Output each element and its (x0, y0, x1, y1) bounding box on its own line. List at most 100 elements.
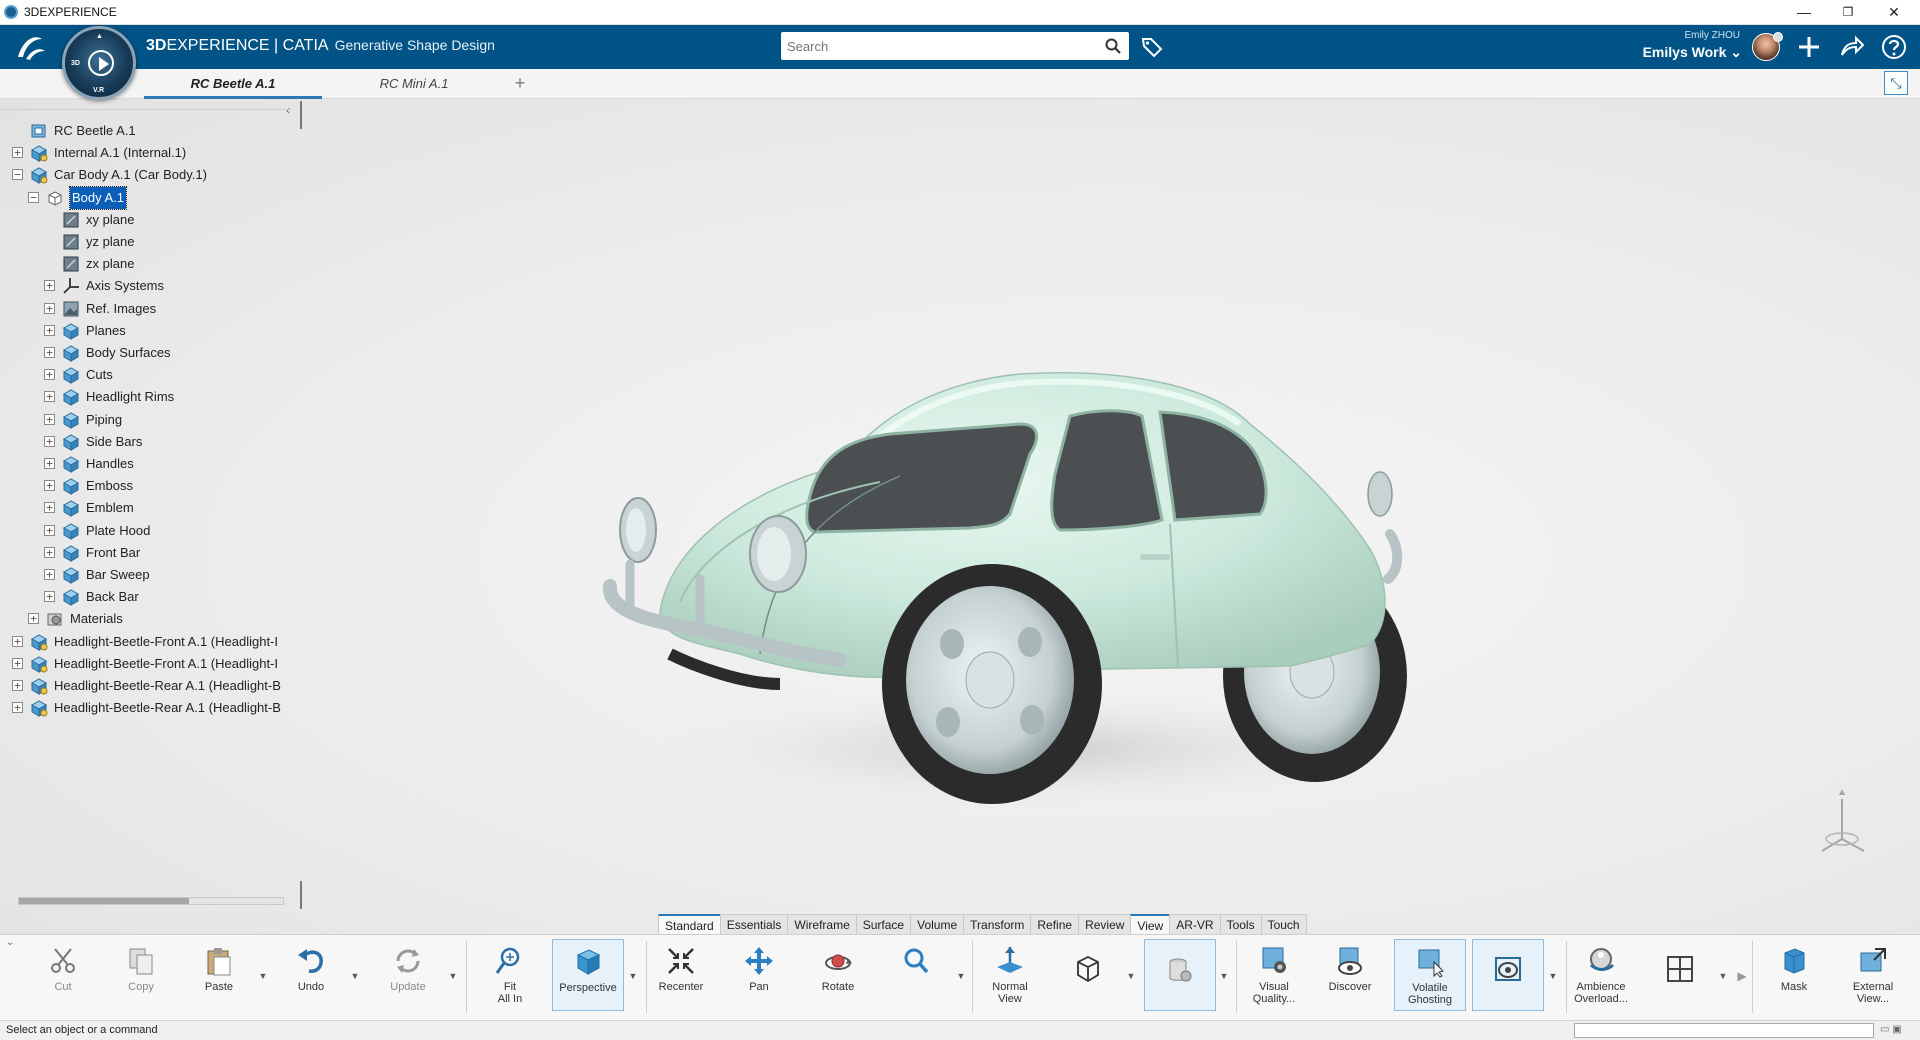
tree-node-label[interactable]: Car Body A.1 (Car Body.1) (54, 164, 207, 186)
tree-node-label[interactable]: Emblem (86, 497, 134, 519)
command-input[interactable] (1574, 1023, 1874, 1038)
tree-node-label[interactable]: zx plane (86, 253, 134, 275)
tree-node[interactable]: + Bar Sweep (0, 564, 300, 586)
layout-dropdown-arrow[interactable]: ▼ (1718, 971, 1728, 981)
close-window-button[interactable]: ✕ (1872, 0, 1916, 25)
tree-node-label[interactable]: RC Beetle A.1 (54, 120, 136, 142)
tree-node[interactable]: + Headlight-Beetle-Rear A.1 (Headlight-B (0, 675, 300, 697)
collapse-icon[interactable]: − (28, 191, 39, 203)
tree-node[interactable]: + Front Bar (0, 542, 300, 564)
workspace-selector[interactable]: Emilys Work ⌄ (1620, 44, 1742, 61)
expand-icon[interactable]: + (44, 280, 55, 292)
tab-volume[interactable]: Volume (910, 914, 965, 934)
perspective-dropdown-arrow[interactable]: ▼ (628, 971, 638, 981)
tab-rc-mini[interactable]: RC Mini A.1 (330, 69, 498, 99)
tree-node-label[interactable]: Axis Systems (86, 275, 164, 297)
expand-icon[interactable]: + (12, 147, 23, 159)
tree-node[interactable]: + Headlight-Beetle-Rear A.1 (Headlight-B (0, 697, 300, 719)
tree-node-label[interactable]: Piping (86, 409, 122, 431)
tab-surface[interactable]: Surface (855, 914, 912, 934)
perspective-button[interactable]: Perspective (552, 939, 624, 1011)
expand-icon[interactable]: + (44, 480, 55, 492)
expand-icon[interactable]: + (44, 569, 55, 580)
tree-node-label[interactable]: xy plane (86, 209, 134, 231)
tab-wireframe[interactable]: Wireframe (787, 914, 857, 934)
tree-node[interactable]: zx plane (0, 253, 300, 275)
expand-icon[interactable]: + (44, 502, 55, 514)
tree-node-label[interactable]: Ref. Images (86, 298, 156, 320)
toolbar-scroll-right[interactable]: ▶ (1737, 969, 1747, 983)
collapse-tree-button[interactable]: ‹ (286, 103, 290, 117)
tab-standard[interactable]: Standard (658, 914, 721, 934)
tree-horizontal-scrollbar[interactable] (18, 897, 284, 905)
tab-rc-beetle[interactable]: RC Beetle A.1 (144, 69, 322, 99)
tree-node[interactable]: + Materials (0, 608, 300, 630)
restore-window-button[interactable]: ❐ (1826, 0, 1870, 25)
tree-node-label[interactable]: Plate Hood (86, 520, 150, 542)
tab-review[interactable]: Review (1078, 914, 1132, 934)
undo-dropdown-arrow[interactable]: ▼ (350, 971, 360, 981)
search-input[interactable] (787, 36, 1087, 56)
cut-button[interactable]: Cut (38, 939, 88, 1011)
tree-node[interactable]: + Body Surfaces (0, 342, 300, 364)
ds-logo-icon[interactable] (14, 33, 48, 63)
copy-button[interactable]: Copy (116, 939, 166, 1011)
tree-node-label[interactable]: Headlight-Beetle-Rear A.1 (Headlight-B (54, 675, 281, 697)
view-dropdown-arrow[interactable]: ▼ (1126, 971, 1136, 981)
zoom-dropdown-arrow[interactable]: ▼ (956, 971, 966, 981)
tag-icon[interactable] (1140, 35, 1164, 59)
tree-node-label[interactable]: Headlight-Beetle-Front A.1 (Headlight-I (54, 631, 278, 653)
tree-node-label[interactable]: Handles (86, 453, 134, 475)
tree-node-label[interactable]: Internal A.1 (Internal.1) (54, 142, 186, 164)
paste-dropdown-arrow[interactable]: ▼ (258, 971, 268, 981)
avatar[interactable] (1752, 32, 1783, 61)
tree-node[interactable]: yz plane (0, 231, 300, 253)
tree-node[interactable]: − Car Body A.1 (Car Body.1) (0, 164, 300, 186)
status-icons[interactable]: ▭ ▣ (1880, 1024, 1902, 1035)
tree-node[interactable]: + Headlight-Beetle-Front A.1 (Headlight-I (0, 653, 300, 675)
tree-node[interactable]: xy plane (0, 209, 300, 231)
tree-node[interactable]: + Internal A.1 (Internal.1) (0, 142, 300, 164)
tree-node-label[interactable]: Emboss (86, 475, 133, 497)
ambience-overload-button[interactable]: Ambience Overload... (1568, 939, 1634, 1011)
tree-node[interactable]: + Axis Systems (0, 275, 300, 297)
expand-icon[interactable]: + (44, 413, 55, 425)
expand-icon[interactable]: + (12, 702, 23, 714)
tree-node[interactable]: + Piping (0, 409, 300, 431)
paste-button[interactable]: Paste (194, 939, 244, 1011)
tree-node[interactable]: + Headlight-Beetle-Front A.1 (Headlight-I (0, 631, 300, 653)
car-model[interactable] (600, 354, 1440, 834)
layout-button[interactable] (1652, 939, 1708, 1011)
tab-touch[interactable]: Touch (1260, 914, 1307, 934)
expand-icon[interactable]: + (44, 524, 55, 536)
tree-node-label[interactable]: Back Bar (86, 586, 139, 608)
visual-quality-button[interactable]: Visual Quality... (1246, 939, 1302, 1011)
expand-icon[interactable]: + (44, 435, 55, 447)
render-dropdown-arrow[interactable]: ▼ (1219, 971, 1229, 981)
expand-icon[interactable]: + (12, 680, 23, 691)
tab-essentials[interactable]: Essentials (719, 914, 789, 934)
rotate-button[interactable]: Rotate (812, 939, 864, 1011)
fit-all-in-button[interactable]: Fit All In (484, 939, 536, 1011)
mask-button[interactable]: Mask (1766, 939, 1822, 1011)
tree-node[interactable]: + Ref. Images (0, 298, 300, 320)
chevron-down-icon[interactable]: ⌄ (6, 937, 14, 948)
tree-node[interactable]: + Planes (0, 320, 300, 342)
expand-icon[interactable]: + (44, 369, 55, 381)
expand-icon[interactable]: + (44, 591, 55, 603)
search-box[interactable] (781, 32, 1129, 60)
expand-icon[interactable]: + (44, 324, 55, 336)
expand-icon[interactable]: + (28, 613, 39, 625)
external-view-button[interactable]: External View... (1844, 939, 1902, 1011)
view-cube-button[interactable] (1060, 939, 1116, 1011)
minimize-viewer-button[interactable]: ⤡ (1884, 71, 1908, 95)
plus-icon[interactable] (1795, 33, 1823, 61)
tree-node-label[interactable]: Headlight Rims (86, 386, 174, 408)
compass-widget[interactable]: ▲ 3D V.R (62, 26, 136, 100)
expand-icon[interactable]: + (44, 458, 55, 469)
tree-node-label[interactable]: Headlight-Beetle-Rear A.1 (Headlight-B (54, 697, 281, 719)
tree-node-label[interactable]: Cuts (86, 364, 113, 386)
tree-node[interactable]: + Emboss (0, 475, 300, 497)
axis-triad-icon[interactable] (1812, 789, 1872, 859)
tree-node[interactable]: + Emblem (0, 497, 300, 519)
